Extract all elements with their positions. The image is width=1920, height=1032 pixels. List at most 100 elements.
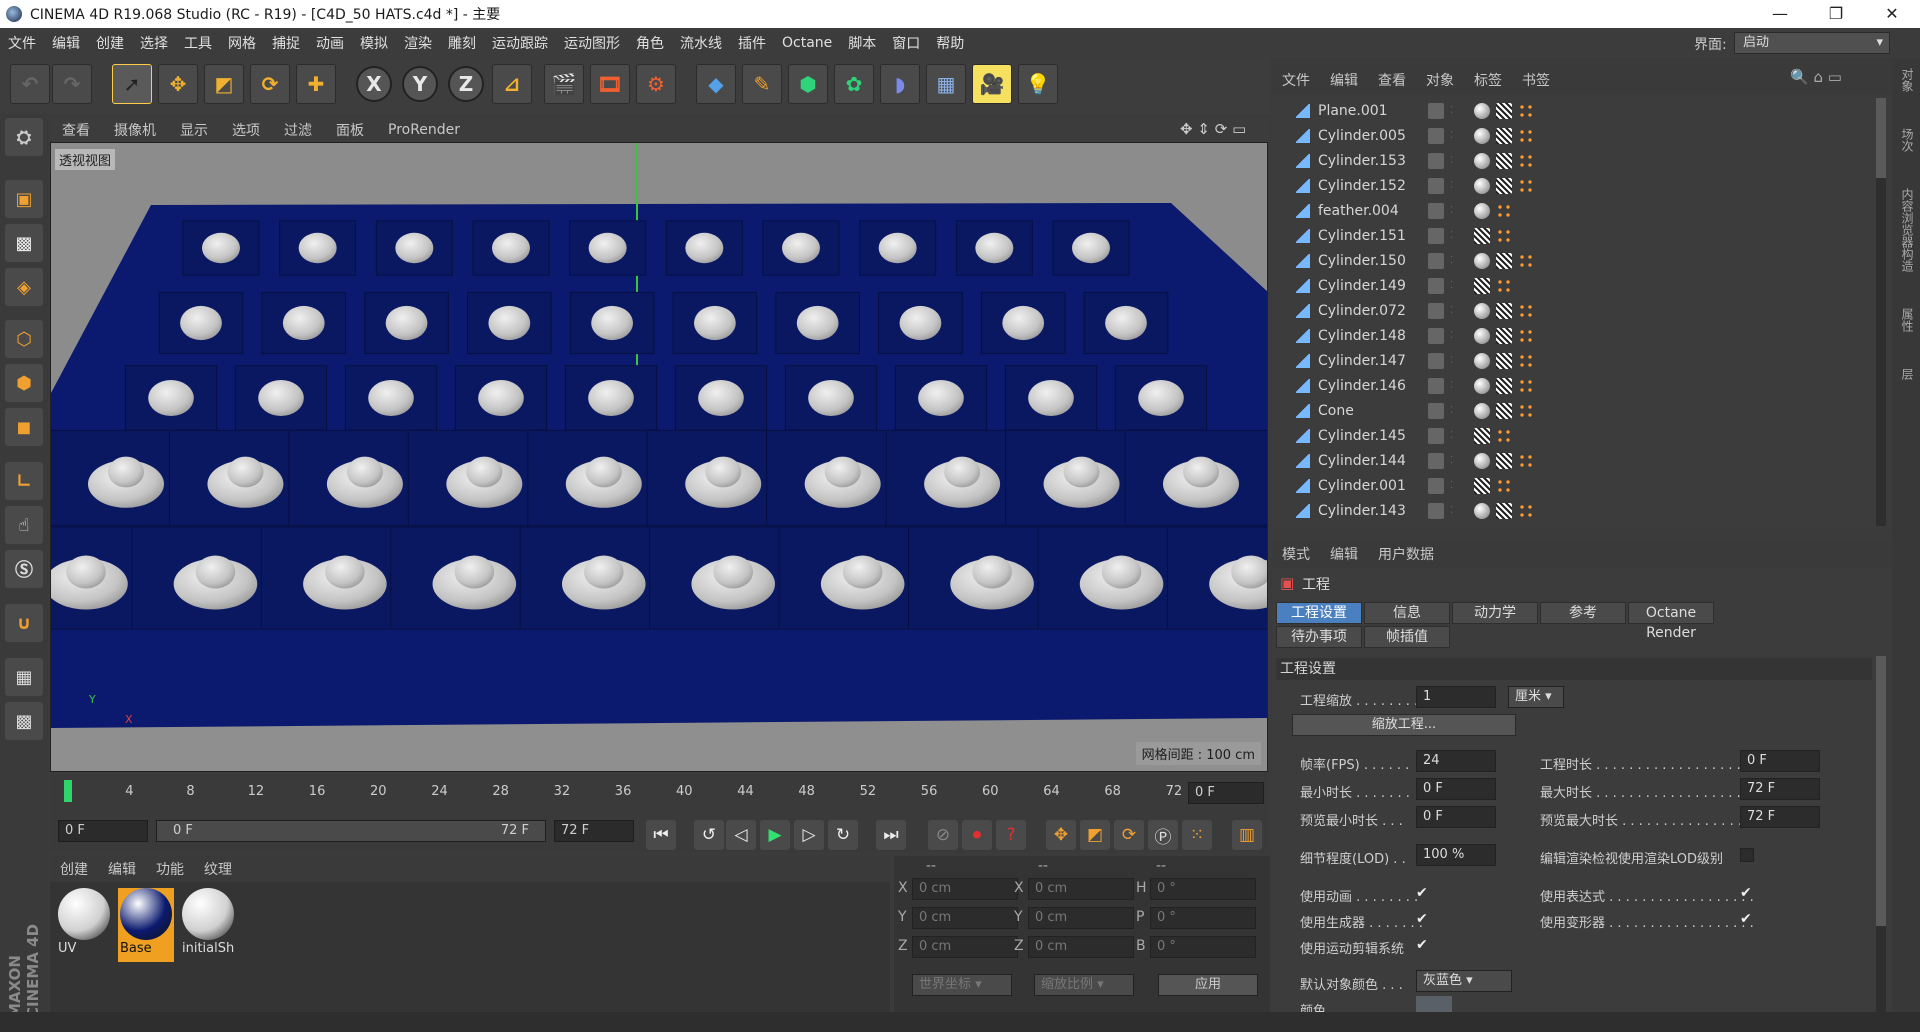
use-motion-system-checkbox[interactable]: ✔ xyxy=(1416,938,1430,952)
layer-icon[interactable] xyxy=(1428,502,1444,519)
object-name[interactable]: Cylinder.005 xyxy=(1318,128,1428,144)
object-row[interactable]: Cylinder.143 ⁚ xyxy=(1272,498,1882,523)
layer-icon[interactable] xyxy=(1428,277,1444,294)
z-axis-lock-icon[interactable]: Z xyxy=(448,66,484,102)
object-name[interactable]: Cylinder.152 xyxy=(1318,178,1428,194)
phong-tag-icon[interactable] xyxy=(1518,177,1534,194)
hat-model[interactable] xyxy=(454,555,495,589)
cloner-icon[interactable]: ✿ xyxy=(834,64,874,104)
maximize-view-icon[interactable]: ▭ xyxy=(1232,120,1246,138)
object-name[interactable]: feather.004 xyxy=(1318,203,1428,219)
make-editable-icon[interactable]: ⛭ xyxy=(5,118,43,156)
material-tag-icon[interactable] xyxy=(1474,352,1490,369)
texture-tag-icon[interactable] xyxy=(1496,177,1512,194)
layer-icon[interactable] xyxy=(1428,302,1444,319)
hat-model[interactable] xyxy=(796,305,839,341)
material-tag-icon[interactable] xyxy=(1474,402,1490,419)
coord-value-field[interactable]: 0 cm xyxy=(1028,907,1134,929)
object-row[interactable]: Cylinder.147 ⁚ xyxy=(1272,348,1882,373)
hat-model[interactable] xyxy=(385,305,428,341)
phong-tag-icon[interactable] xyxy=(1518,402,1534,419)
layer-icon[interactable] xyxy=(1428,152,1444,169)
object-row[interactable]: Cylinder.144 ⁚ xyxy=(1272,448,1882,473)
menu-item[interactable]: 网格 xyxy=(220,33,264,53)
visibility-dots-icon[interactable]: ⁚ xyxy=(1450,480,1460,491)
fps-field[interactable]: 24 xyxy=(1416,750,1496,772)
texture-tag-icon[interactable] xyxy=(1496,377,1512,394)
hat-model[interactable] xyxy=(693,305,736,341)
visibility-dots-icon[interactable]: ⁚ xyxy=(1450,505,1460,516)
close-button[interactable]: ✕ xyxy=(1864,0,1920,28)
edges-mode-icon[interactable]: ⬢ xyxy=(5,364,43,402)
auto-keying-icon[interactable]: ⏺ xyxy=(962,820,992,850)
attribute-tab[interactable]: 工程设置 xyxy=(1276,602,1362,624)
coord-value-field[interactable]: 0 cm xyxy=(1028,878,1134,900)
hat-model[interactable] xyxy=(282,305,325,341)
attribute-tab[interactable]: 参考 xyxy=(1540,602,1626,624)
hat-model[interactable] xyxy=(583,555,624,589)
select-tool-icon[interactable]: ➚ xyxy=(112,64,152,104)
visibility-dots-icon[interactable]: ⁚ xyxy=(1450,305,1460,316)
phong-tag-icon[interactable] xyxy=(1518,377,1534,394)
viewport-menu-item[interactable]: 查看 xyxy=(50,120,102,140)
texture-tag-icon[interactable] xyxy=(1474,477,1490,494)
object-name[interactable]: Cylinder.148 xyxy=(1318,328,1428,344)
deformer-icon[interactable]: ◗ xyxy=(880,64,920,104)
phong-tag-icon[interactable] xyxy=(1496,477,1512,494)
side-tab[interactable]: 场次 xyxy=(1896,128,1916,152)
hat-model[interactable] xyxy=(148,379,194,417)
hat-model[interactable] xyxy=(975,232,1014,264)
material-tag-icon[interactable] xyxy=(1474,202,1490,219)
search-icon[interactable]: 🔍 xyxy=(1790,68,1809,86)
object-menu-item[interactable]: 对象 xyxy=(1416,70,1464,90)
undo-icon[interactable]: ↶ xyxy=(10,64,50,104)
phong-tag-icon[interactable] xyxy=(1518,327,1534,344)
menu-item[interactable]: 动画 xyxy=(308,33,352,53)
attribute-scrollbar[interactable] xyxy=(1876,656,1886,1022)
attribute-menu-item[interactable]: 模式 xyxy=(1272,544,1320,564)
side-tab[interactable]: 层 xyxy=(1896,368,1916,380)
material-menu-item[interactable]: 编辑 xyxy=(98,859,146,879)
attribute-menu-item[interactable]: 编辑 xyxy=(1320,544,1368,564)
home-icon[interactable]: ⌂ xyxy=(1813,68,1823,86)
menu-item[interactable]: Octane xyxy=(774,35,840,51)
material-tag-icon[interactable] xyxy=(1474,152,1490,169)
material-tag-icon[interactable] xyxy=(1474,302,1490,319)
object-row[interactable]: Cylinder.005 ⁚ xyxy=(1272,123,1882,148)
key-pla-icon[interactable]: ⁙ xyxy=(1182,820,1212,850)
max-time-field[interactable]: 72 F xyxy=(1740,778,1820,800)
polygons-mode-icon[interactable]: ◼ xyxy=(5,408,43,446)
hat-model[interactable] xyxy=(180,305,222,341)
hat-model[interactable] xyxy=(1072,232,1110,264)
material-tag-icon[interactable] xyxy=(1474,102,1490,119)
default-color-dropdown[interactable]: 灰蓝色 ▾ xyxy=(1416,970,1512,992)
object-row[interactable]: Cylinder.148 ⁚ xyxy=(1272,323,1882,348)
duration-field[interactable]: 0 F xyxy=(1740,750,1820,772)
object-list-scrollbar[interactable] xyxy=(1876,98,1886,526)
object-row[interactable]: Cylinder.072 ⁚ xyxy=(1272,298,1882,323)
viewport-menu-item[interactable]: 显示 xyxy=(168,120,220,140)
material-thumbnail[interactable]: initialSh xyxy=(180,888,236,962)
scale-project-button[interactable]: 缩放工程... xyxy=(1292,714,1516,736)
material-tag-icon[interactable] xyxy=(1474,452,1490,469)
hat-model[interactable] xyxy=(488,305,531,341)
axis-mode-icon[interactable]: ∟ xyxy=(5,462,43,500)
texture-tag-icon[interactable] xyxy=(1496,452,1512,469)
object-name[interactable]: Cylinder.150 xyxy=(1318,253,1428,269)
coord-value-field[interactable]: 0 cm xyxy=(1028,936,1134,958)
viewport-menu-item[interactable]: 面板 xyxy=(324,120,376,140)
hat-model[interactable] xyxy=(1028,379,1074,417)
hat-model[interactable] xyxy=(698,379,744,417)
hat-model[interactable] xyxy=(478,379,524,417)
hat-model[interactable] xyxy=(1101,555,1142,589)
object-row[interactable]: Cylinder.153 ⁚ xyxy=(1272,148,1882,173)
model-mode-icon[interactable]: ▣ xyxy=(5,180,43,218)
camera-icon[interactable]: 🎥 xyxy=(972,64,1012,104)
keyframe-selection-icon[interactable]: ? xyxy=(996,820,1026,850)
visibility-dots-icon[interactable]: ⁚ xyxy=(1450,230,1460,241)
texture-tag-icon[interactable] xyxy=(1496,502,1512,519)
visibility-dots-icon[interactable]: ⁚ xyxy=(1450,430,1460,441)
coord-value-field[interactable]: 0 ° xyxy=(1150,878,1256,900)
dolly-icon[interactable]: ⇕ xyxy=(1197,120,1210,138)
coord-value-field[interactable]: 0 ° xyxy=(1150,936,1256,958)
